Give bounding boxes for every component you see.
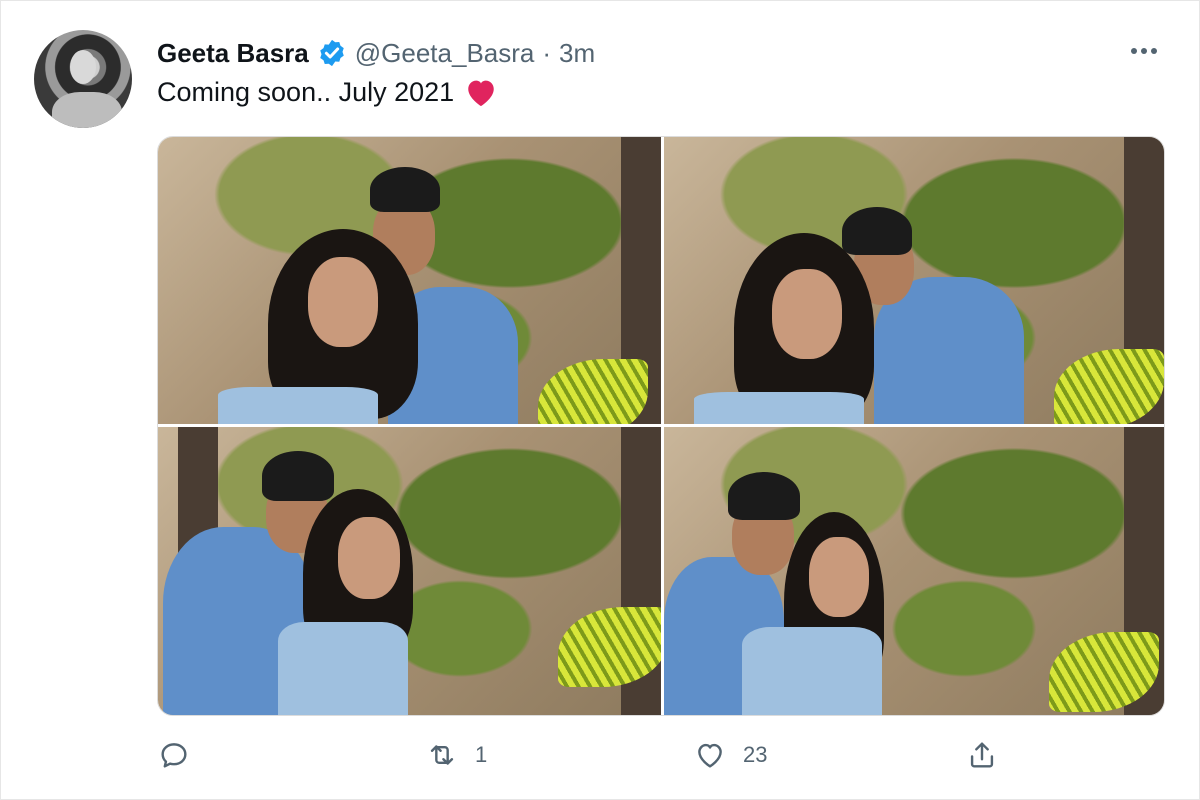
tweet-text: Coming soon.. July 2021 xyxy=(157,76,498,108)
share-icon xyxy=(970,742,994,768)
photo-2[interactable] xyxy=(664,137,1164,424)
photo-turban xyxy=(370,167,440,212)
tweet-header: Geeta Basra @Geeta_Basra · 3m xyxy=(157,36,595,70)
reply-icon xyxy=(161,743,187,768)
photo-turban xyxy=(842,207,912,255)
tweet-text-content: Coming soon.. July 2021 xyxy=(157,76,455,107)
photo-woman-face xyxy=(338,517,400,599)
author-name[interactable]: Geeta Basra xyxy=(157,38,309,69)
like-button[interactable]: 23 xyxy=(693,738,767,772)
timestamp[interactable]: 3m xyxy=(559,38,595,69)
avatar-face xyxy=(70,50,96,84)
photo-turban xyxy=(728,472,800,520)
photo-woman-dress xyxy=(694,392,864,424)
photo-3[interactable] xyxy=(158,427,661,715)
share-button[interactable] xyxy=(965,738,1015,772)
verified-icon xyxy=(320,39,344,67)
more-dot xyxy=(1151,48,1157,54)
reply-button[interactable] xyxy=(157,738,207,772)
photo-woman-dress xyxy=(742,627,882,715)
photo-woman-face xyxy=(809,537,869,617)
photo-1[interactable] xyxy=(158,137,661,424)
more-dot xyxy=(1131,48,1137,54)
photo-4[interactable] xyxy=(664,427,1164,715)
author-handle[interactable]: @Geeta_Basra xyxy=(355,38,535,69)
retweet-count: 1 xyxy=(475,742,488,767)
photo-turban xyxy=(262,451,334,501)
photo-woman-face xyxy=(772,269,842,359)
red-heart-emoji-icon xyxy=(468,80,494,107)
photo-woman-dress xyxy=(278,622,408,715)
avatar[interactable] xyxy=(34,30,132,128)
tweet-actions: 1 23 xyxy=(157,738,1017,778)
more-dot xyxy=(1141,48,1147,54)
more-icon[interactable] xyxy=(1124,36,1164,66)
media-grid xyxy=(157,136,1165,716)
separator-dot: · xyxy=(542,37,552,68)
photo-woman-face xyxy=(308,257,378,347)
retweet-button[interactable]: 1 xyxy=(425,738,487,772)
like-count: 23 xyxy=(743,742,768,767)
like-icon xyxy=(698,743,722,768)
avatar-body xyxy=(52,92,122,128)
photo-woman-dress xyxy=(218,387,378,424)
retweet-icon xyxy=(430,745,454,765)
